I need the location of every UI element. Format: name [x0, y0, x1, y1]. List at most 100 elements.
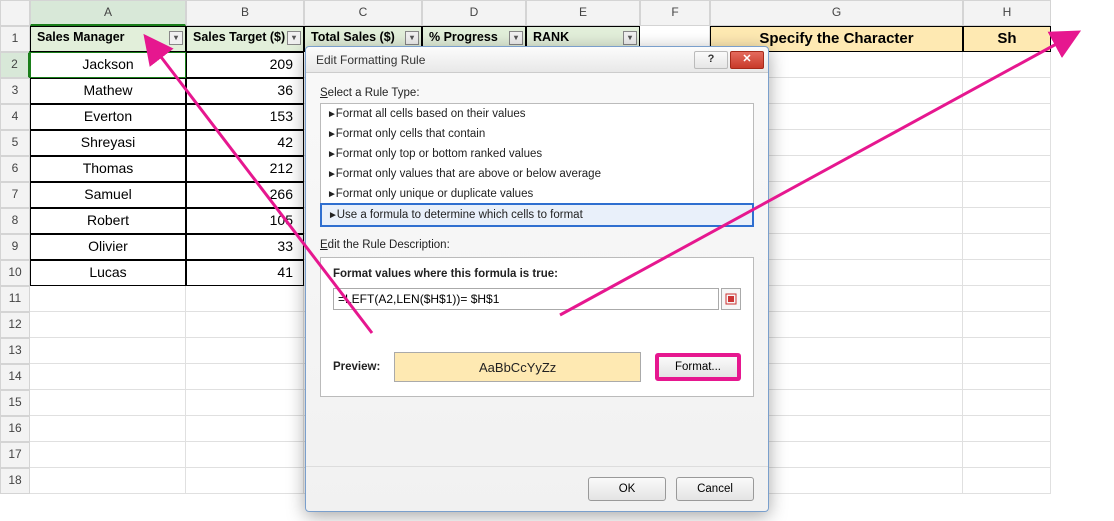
col-header-H[interactable]: H	[963, 0, 1051, 26]
cell[interactable]	[963, 442, 1051, 468]
ok-button[interactable]: OK	[588, 477, 666, 501]
cell-H7[interactable]	[963, 182, 1051, 208]
rule-type-option[interactable]: Format only cells that contain	[321, 124, 753, 144]
cell[interactable]	[963, 468, 1051, 494]
cell[interactable]	[30, 468, 186, 494]
row-header-17[interactable]: 17	[0, 442, 30, 468]
rule-type-option[interactable]: Format only values that are above or bel…	[321, 164, 753, 184]
row-header-18[interactable]: 18	[0, 468, 30, 494]
cell-H3[interactable]	[963, 78, 1051, 104]
cell-H4[interactable]	[963, 104, 1051, 130]
row-header-10[interactable]: 10	[0, 260, 30, 286]
cell[interactable]	[30, 364, 186, 390]
filter-dropdown-icon[interactable]: ▾	[405, 31, 419, 45]
cell[interactable]	[963, 390, 1051, 416]
cell-B6[interactable]: 212	[186, 156, 304, 182]
cell[interactable]	[30, 286, 186, 312]
hdr-sales-target[interactable]: Sales Target ($)▾	[186, 26, 304, 52]
rule-type-list[interactable]: Format all cells based on their values F…	[320, 103, 754, 227]
cell[interactable]	[30, 338, 186, 364]
cell[interactable]	[186, 390, 304, 416]
row-header-1[interactable]: 1	[0, 26, 30, 52]
row-header-13[interactable]: 13	[0, 338, 30, 364]
row-header-7[interactable]: 7	[0, 182, 30, 208]
col-header-F[interactable]: F	[640, 0, 710, 26]
row-header-3[interactable]: 3	[0, 78, 30, 104]
rule-type-option-selected[interactable]: Use a formula to determine which cells t…	[320, 203, 754, 227]
cell-H6[interactable]	[963, 156, 1051, 182]
cell-B7[interactable]: 266	[186, 182, 304, 208]
cell[interactable]	[186, 312, 304, 338]
row-header-9[interactable]: 9	[0, 234, 30, 260]
cell[interactable]	[963, 416, 1051, 442]
cell[interactable]	[186, 338, 304, 364]
row-header-15[interactable]: 15	[0, 390, 30, 416]
filter-dropdown-icon[interactable]: ▾	[509, 31, 523, 45]
hdr-sales-manager[interactable]: Sales Manager▾	[30, 26, 186, 52]
rule-type-option[interactable]: Format only unique or duplicate values	[321, 184, 753, 204]
help-button[interactable]: ?	[694, 51, 728, 69]
cell-A9[interactable]: Olivier	[30, 234, 186, 260]
close-button[interactable]: ✕	[730, 51, 764, 69]
col-header-A[interactable]: A	[30, 0, 186, 26]
cell-H9[interactable]	[963, 234, 1051, 260]
row-header-12[interactable]: 12	[0, 312, 30, 338]
cell-A2[interactable]: Jackson	[30, 52, 186, 78]
col-header-E[interactable]: E	[526, 0, 640, 26]
cell-A6[interactable]: Thomas	[30, 156, 186, 182]
col-header-C[interactable]: C	[304, 0, 422, 26]
cell[interactable]	[186, 416, 304, 442]
select-all-corner[interactable]	[0, 0, 30, 26]
dialog-titlebar[interactable]: Edit Formatting Rule ? ✕	[306, 47, 768, 73]
cell-B5[interactable]: 42	[186, 130, 304, 156]
col-header-G[interactable]: G	[710, 0, 963, 26]
row-header-11[interactable]: 11	[0, 286, 30, 312]
cell-A4[interactable]: Everton	[30, 104, 186, 130]
filter-dropdown-icon[interactable]: ▾	[287, 31, 301, 45]
cell[interactable]	[963, 286, 1051, 312]
cell-H10[interactable]	[963, 260, 1051, 286]
cell-H1-value[interactable]: Sh	[963, 26, 1051, 52]
filter-dropdown-icon[interactable]: ▾	[623, 31, 637, 45]
cell[interactable]	[963, 312, 1051, 338]
row-header-8[interactable]: 8	[0, 208, 30, 234]
cell-B10[interactable]: 41	[186, 260, 304, 286]
cell-H8[interactable]	[963, 208, 1051, 234]
row-header-14[interactable]: 14	[0, 364, 30, 390]
cell-H2[interactable]	[963, 52, 1051, 78]
col-header-D[interactable]: D	[422, 0, 526, 26]
cell[interactable]	[186, 286, 304, 312]
cell[interactable]	[30, 312, 186, 338]
filter-dropdown-icon[interactable]: ▾	[169, 31, 183, 45]
formula-input[interactable]	[333, 288, 719, 310]
cell[interactable]	[186, 364, 304, 390]
cell[interactable]	[30, 390, 186, 416]
cell-A7[interactable]: Samuel	[30, 182, 186, 208]
row-header-2[interactable]: 2	[0, 52, 30, 78]
format-button[interactable]: Format...	[655, 353, 741, 381]
cell-H5[interactable]	[963, 130, 1051, 156]
rule-type-option[interactable]: Format all cells based on their values	[321, 104, 753, 124]
rule-type-option[interactable]: Format only top or bottom ranked values	[321, 144, 753, 164]
cell-A10[interactable]: Lucas	[30, 260, 186, 286]
cell-A3[interactable]: Mathew	[30, 78, 186, 104]
cell[interactable]	[963, 338, 1051, 364]
range-selector-icon[interactable]	[721, 288, 741, 310]
cell-A8[interactable]: Robert	[30, 208, 186, 234]
cell-B2[interactable]: 209	[186, 52, 304, 78]
col-header-B[interactable]: B	[186, 0, 304, 26]
cell-B4[interactable]: 153	[186, 104, 304, 130]
row-header-5[interactable]: 5	[0, 130, 30, 156]
cell-B8[interactable]: 105	[186, 208, 304, 234]
row-header-6[interactable]: 6	[0, 156, 30, 182]
cell[interactable]	[30, 442, 186, 468]
cell[interactable]	[963, 364, 1051, 390]
cell[interactable]	[30, 416, 186, 442]
cell[interactable]	[186, 442, 304, 468]
row-header-4[interactable]: 4	[0, 104, 30, 130]
cell-B9[interactable]: 33	[186, 234, 304, 260]
cell-A5[interactable]: Shreyasi	[30, 130, 186, 156]
cell[interactable]	[186, 468, 304, 494]
cell-B3[interactable]: 36	[186, 78, 304, 104]
cancel-button[interactable]: Cancel	[676, 477, 754, 501]
